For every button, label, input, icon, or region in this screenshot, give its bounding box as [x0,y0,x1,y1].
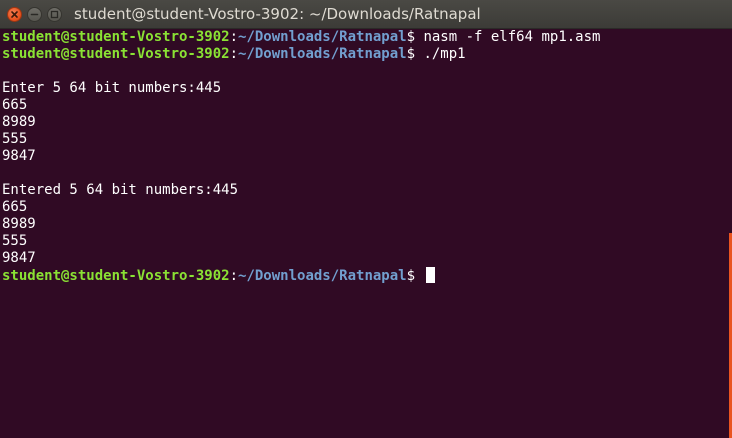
command-line: student@student-Vostro-3902:~/Downloads/… [2,46,732,63]
prompt-user-host: student@student-Vostro-3902 [2,268,230,284]
prompt-symbol: $ [406,29,424,45]
output-line: 555 [2,131,28,147]
output-line: 665 [2,199,28,215]
prompt-user-host: student@student-Vostro-3902 [2,29,230,45]
output-line: 9847 [2,250,36,266]
title-bar[interactable]: student@student-Vostro-3902: ~/Downloads… [0,0,732,29]
command-text: ./mp1 [423,46,466,62]
output-line: 9847 [2,148,36,164]
prompt-symbol: $ [406,268,424,284]
active-prompt-line[interactable]: student@student-Vostro-3902:~/Downloads/… [2,267,732,284]
prompt-separator: : [229,29,239,45]
output-line: Entered 5 64 bit numbers:445 [2,182,239,198]
close-icon [11,11,18,18]
terminal-output[interactable]: student@student-Vostro-3902:~/Downloads/… [0,29,732,438]
command-text: nasm -f elf64 mp1.asm [423,29,601,45]
prompt-path: ~/Downloads/Ratnapal [238,268,407,284]
output-line: 8989 [2,114,36,130]
prompt-separator: : [229,46,239,62]
output-line: 8989 [2,216,36,232]
minimize-button[interactable] [27,7,42,22]
output-line: 665 [2,97,28,113]
maximize-icon [50,10,59,19]
terminal-window: student@student-Vostro-3902: ~/Downloads… [0,0,732,438]
output-line: Enter 5 64 bit numbers:445 [2,80,222,96]
prompt-path: ~/Downloads/Ratnapal [238,46,407,62]
command-line: student@student-Vostro-3902:~/Downloads/… [2,29,732,46]
close-button[interactable] [7,7,22,22]
text-cursor [426,267,436,283]
minimize-icon [30,13,39,16]
prompt-path: ~/Downloads/Ratnapal [238,29,407,45]
window-title: student@student-Vostro-3902: ~/Downloads… [74,5,481,23]
output-line: 555 [2,233,28,249]
prompt-symbol: $ [406,46,424,62]
prompt-user-host: student@student-Vostro-3902 [2,46,230,62]
maximize-button[interactable] [47,7,62,22]
prompt-separator: : [229,268,239,284]
